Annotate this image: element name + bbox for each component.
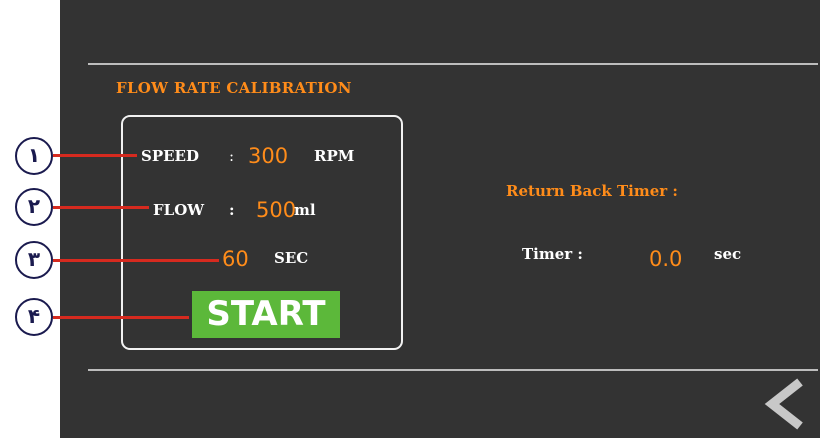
- speed-label: SPEED: [141, 147, 199, 165]
- flow-separator: :: [229, 201, 235, 219]
- speed-value[interactable]: 300: [248, 144, 288, 168]
- page-title: FLOW RATE CALIBRATION: [116, 79, 352, 97]
- top-divider: [88, 63, 818, 65]
- callout-marker-1: ١: [15, 137, 53, 175]
- start-button[interactable]: START: [192, 291, 340, 338]
- duration-unit: SEC: [274, 249, 309, 267]
- timer-label: Timer :: [522, 245, 583, 263]
- callout-marker-4: ۴: [15, 298, 53, 336]
- bottom-divider: [88, 369, 818, 371]
- callout-line-3: [53, 259, 219, 262]
- callout-line-4: [53, 316, 189, 319]
- callout-marker-3: ٣: [15, 241, 53, 279]
- duration-value[interactable]: 60: [222, 247, 249, 271]
- flow-label: FLOW: [153, 201, 205, 219]
- callout-marker-2: ٢: [15, 188, 53, 226]
- speed-unit: RPM: [314, 147, 355, 165]
- return-back-timer-heading: Return Back Timer :: [506, 182, 678, 200]
- callout-line-2: [53, 206, 149, 209]
- timer-unit: sec: [714, 245, 742, 263]
- flow-value[interactable]: 500: [256, 198, 296, 222]
- timer-value: 0.0: [649, 247, 683, 271]
- chevron-left-icon[interactable]: [762, 376, 808, 432]
- speed-separator: :: [229, 147, 235, 165]
- flow-unit: ml: [294, 201, 316, 219]
- callout-line-1: [53, 154, 137, 157]
